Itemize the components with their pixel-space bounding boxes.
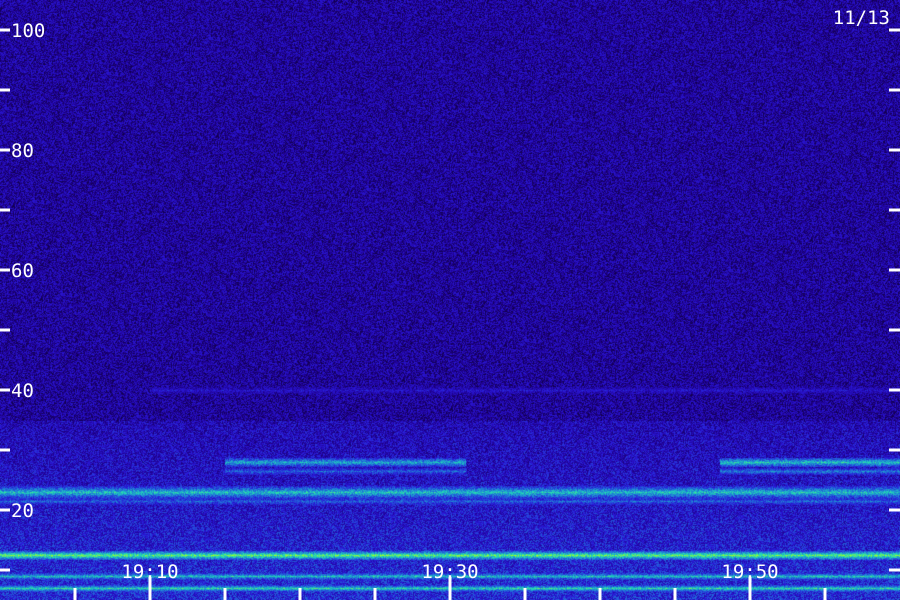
y-tick-label-40: 40: [11, 380, 34, 402]
spectrogram-chart: 11/13 100 80 60 40 20 19:10 19:30 19:50: [0, 0, 900, 600]
date-label: 11/13: [833, 7, 890, 29]
y-tick-label-60: 60: [11, 260, 34, 282]
chart-axes: 11/13 100 80 60 40 20 19:10 19:30 19:50: [0, 7, 900, 600]
y-tick-label-20: 20: [11, 500, 34, 522]
y-tick-label-100: 100: [11, 20, 45, 42]
x-tick-label-50: 19:50: [721, 561, 778, 583]
x-tick-label-30: 19:30: [421, 561, 478, 583]
y-tick-label-80: 80: [11, 140, 34, 162]
x-tick-label-10: 19:10: [121, 561, 178, 583]
